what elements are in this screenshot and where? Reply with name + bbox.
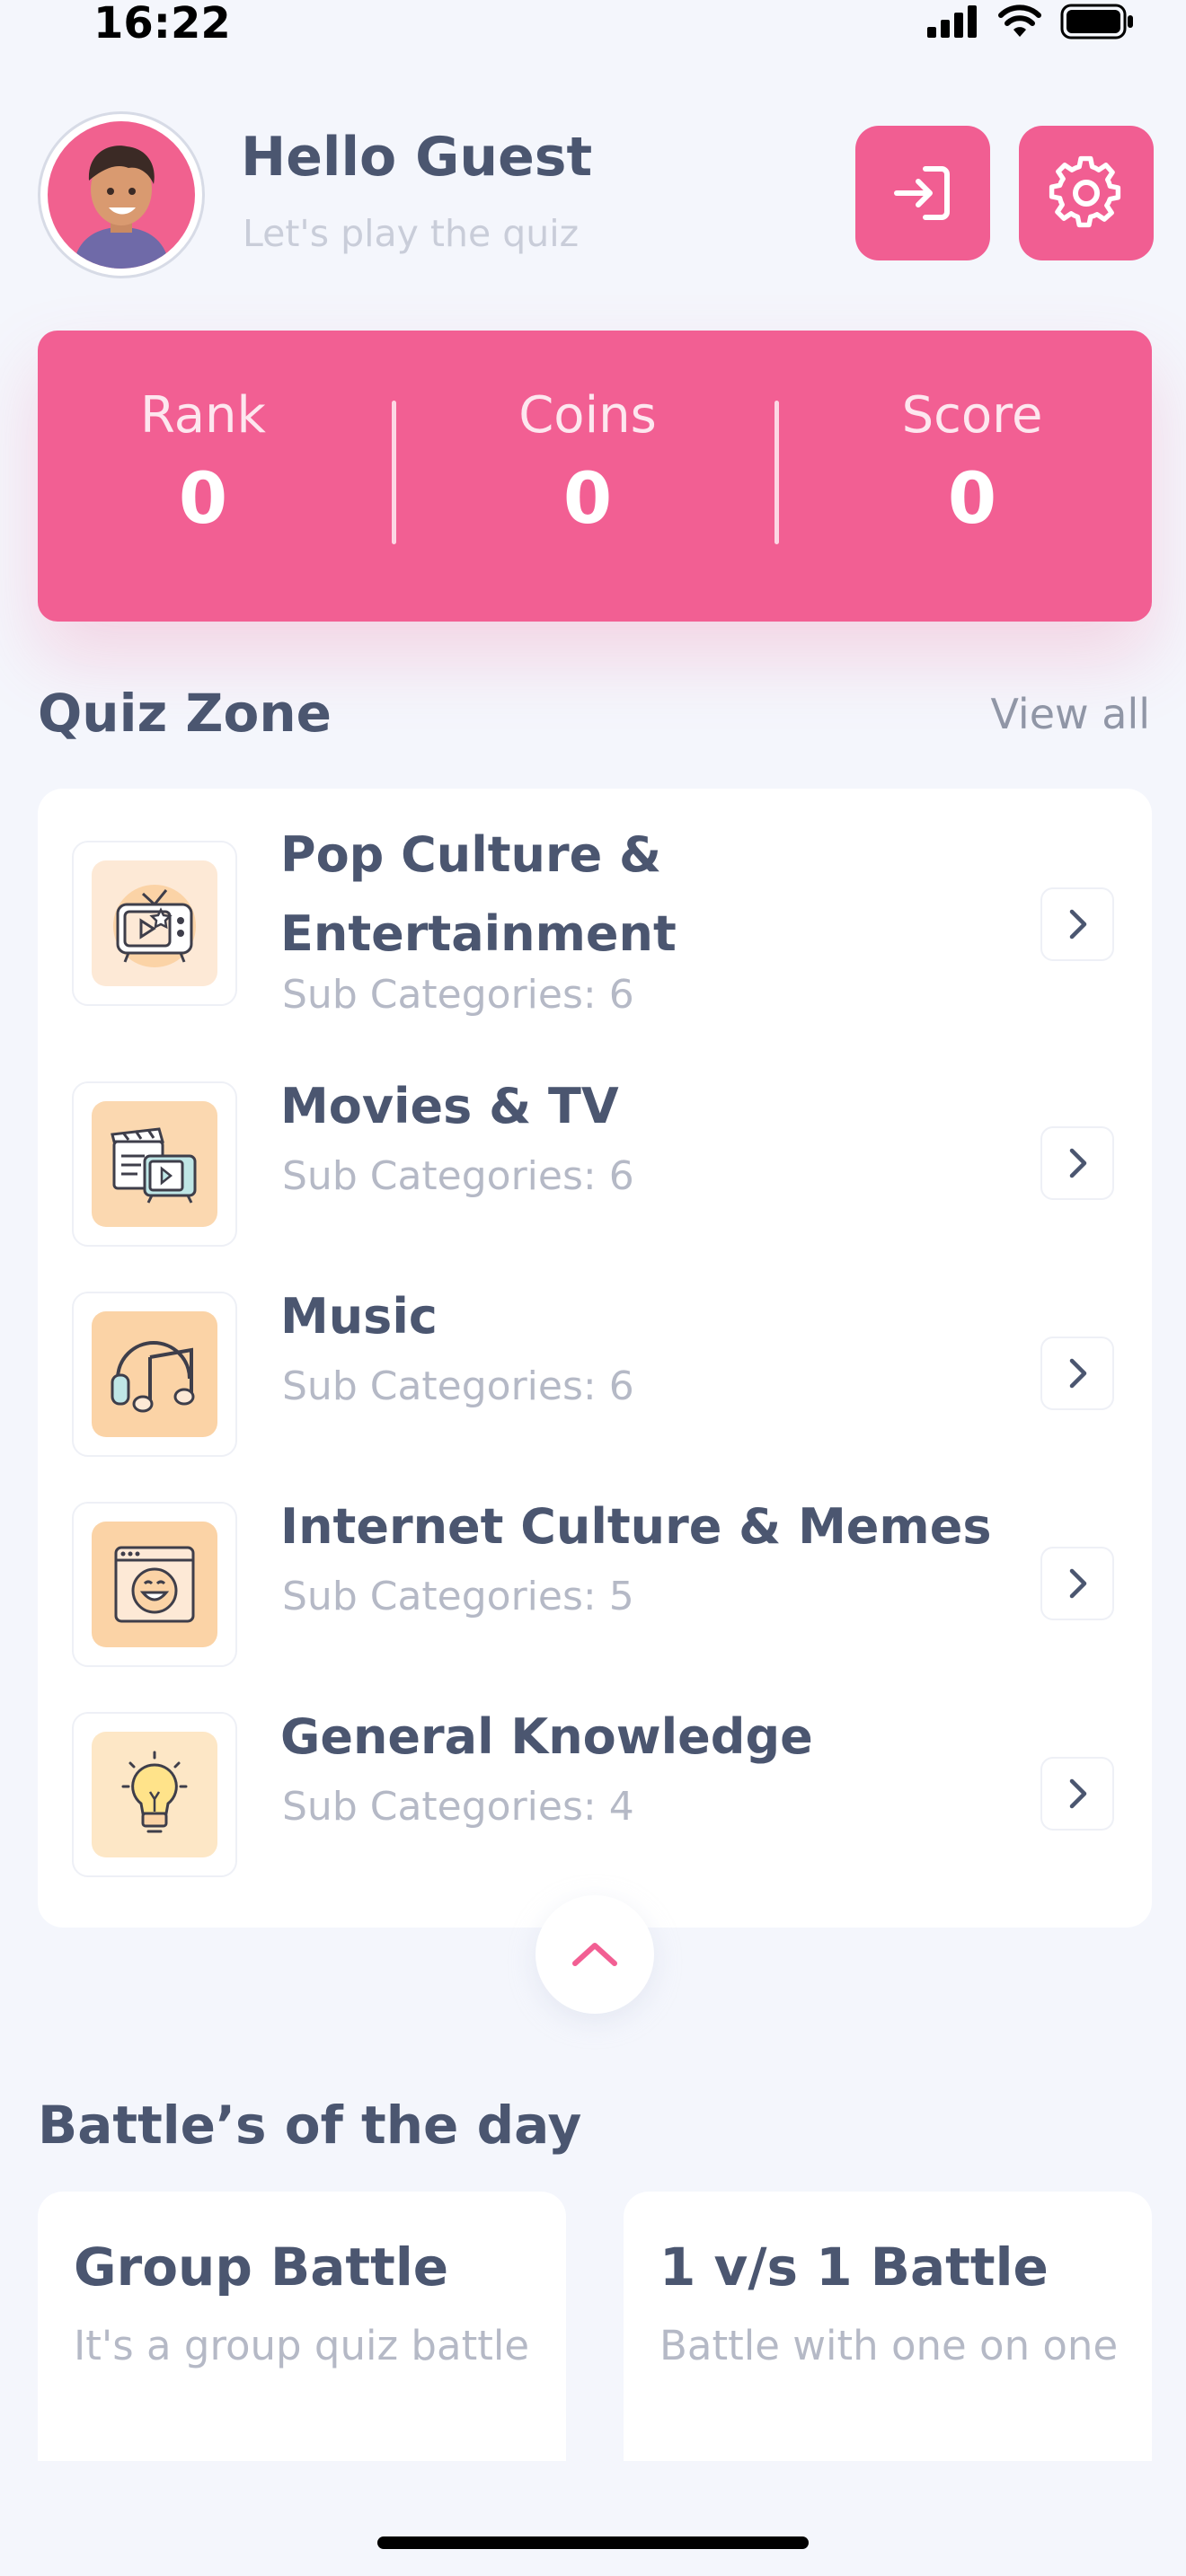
list-item-music[interactable]: Music Sub Categories: 6 xyxy=(38,1268,1152,1478)
category-title: Music xyxy=(280,1288,438,1345)
lightbulb-icon xyxy=(92,1732,217,1857)
signal-icon xyxy=(927,5,977,38)
quiz-home-screen: 16:22 Hello Guest Let's play the quiz Ra… xyxy=(0,0,1186,2576)
stat-value: 0 xyxy=(562,459,613,540)
category-subcount: Sub Categories: 4 xyxy=(282,1784,634,1830)
group-battle-card[interactable]: Group Battle It's a group quiz battle xyxy=(38,2192,566,2461)
chevron-up-icon xyxy=(572,1943,617,1966)
open-category-button[interactable] xyxy=(1040,1126,1114,1200)
category-title: General Knowledge xyxy=(280,1708,813,1765)
list-item-movies-tv[interactable]: Movies & TV Sub Categories: 6 xyxy=(38,1058,1152,1268)
battle-description: It's a group quiz battle xyxy=(74,2322,530,2369)
login-button[interactable] xyxy=(855,126,990,260)
stat-divider xyxy=(392,401,396,544)
battle-title: 1 v/s 1 Battle xyxy=(659,2236,1049,2298)
battle-title: Group Battle xyxy=(74,2236,449,2298)
greeting-subtitle: Let's play the quiz xyxy=(243,212,580,255)
greeting-title: Hello Guest xyxy=(241,126,593,189)
laughing-browser-icon xyxy=(92,1522,217,1647)
category-subcount: Sub Categories: 6 xyxy=(282,1153,634,1199)
chevron-right-icon xyxy=(1069,1568,1087,1599)
battle-description: Battle with one on one xyxy=(659,2322,1119,2369)
stat-coins: Coins 0 xyxy=(453,386,722,537)
clapperboard-tv-icon xyxy=(92,1101,217,1227)
avatar[interactable] xyxy=(38,111,205,278)
battles-title: Battle’s of the day xyxy=(38,2095,582,2156)
status-icons xyxy=(927,4,1136,40)
stats-card: Rank 0 Coins 0 Score 0 xyxy=(38,331,1152,622)
stat-label: Score xyxy=(901,386,1043,445)
headphones-music-icon xyxy=(92,1311,217,1437)
collapse-button[interactable] xyxy=(535,1895,654,2014)
gear-icon xyxy=(1049,155,1121,228)
tv-star-icon xyxy=(92,860,217,986)
battery-icon xyxy=(1060,4,1133,40)
settings-button[interactable] xyxy=(1019,126,1154,260)
avatar-image xyxy=(48,121,195,269)
open-category-button[interactable] xyxy=(1040,1757,1114,1831)
chevron-right-icon xyxy=(1069,1148,1087,1178)
status-bar: 16:22 xyxy=(0,0,1186,54)
category-thumbnail xyxy=(72,841,237,1006)
category-thumbnail xyxy=(72,1081,237,1247)
stat-divider xyxy=(774,401,779,544)
login-icon xyxy=(894,166,950,220)
category-title: Pop Culture & Entertainment xyxy=(280,826,677,962)
stat-value: 0 xyxy=(947,459,997,540)
chevron-right-icon xyxy=(1069,1778,1087,1809)
stat-label: Rank xyxy=(140,386,266,445)
category-title: Movies & TV xyxy=(280,1078,619,1134)
open-category-button[interactable] xyxy=(1040,1337,1114,1410)
stat-value: 0 xyxy=(178,459,228,540)
status-time: 16:22 xyxy=(93,0,231,49)
stat-score: Score 0 xyxy=(837,386,1107,537)
category-title: Internet Culture & Memes xyxy=(280,1498,992,1555)
stat-rank: Rank 0 xyxy=(68,386,338,537)
category-thumbnail xyxy=(72,1712,237,1877)
view-all-link[interactable]: View all xyxy=(990,690,1150,738)
category-thumbnail xyxy=(72,1502,237,1667)
list-item-internet-culture[interactable]: Internet Culture & Memes Sub Categories:… xyxy=(38,1478,1152,1689)
chevron-right-icon xyxy=(1069,1358,1087,1389)
open-category-button[interactable] xyxy=(1040,887,1114,961)
category-subcount: Sub Categories: 6 xyxy=(282,1363,634,1409)
category-thumbnail xyxy=(72,1292,237,1457)
quiz-category-list: Pop Culture & Entertainment Sub Categori… xyxy=(38,789,1152,1928)
one-vs-one-battle-card[interactable]: 1 v/s 1 Battle Battle with one on one xyxy=(624,2192,1152,2461)
category-subcount: Sub Categories: 5 xyxy=(282,1574,634,1619)
open-category-button[interactable] xyxy=(1040,1547,1114,1620)
list-item-pop-culture[interactable]: Pop Culture & Entertainment Sub Categori… xyxy=(38,789,1152,1058)
stat-label: Coins xyxy=(518,386,657,445)
quiz-zone-title: Quiz Zone xyxy=(38,683,332,744)
chevron-right-icon xyxy=(1069,909,1087,940)
list-item-general-knowledge[interactable]: General Knowledge Sub Categories: 4 xyxy=(38,1689,1152,1899)
home-indicator[interactable] xyxy=(377,2536,809,2549)
category-subcount: Sub Categories: 6 xyxy=(282,972,634,1018)
wifi-icon xyxy=(998,4,1041,37)
